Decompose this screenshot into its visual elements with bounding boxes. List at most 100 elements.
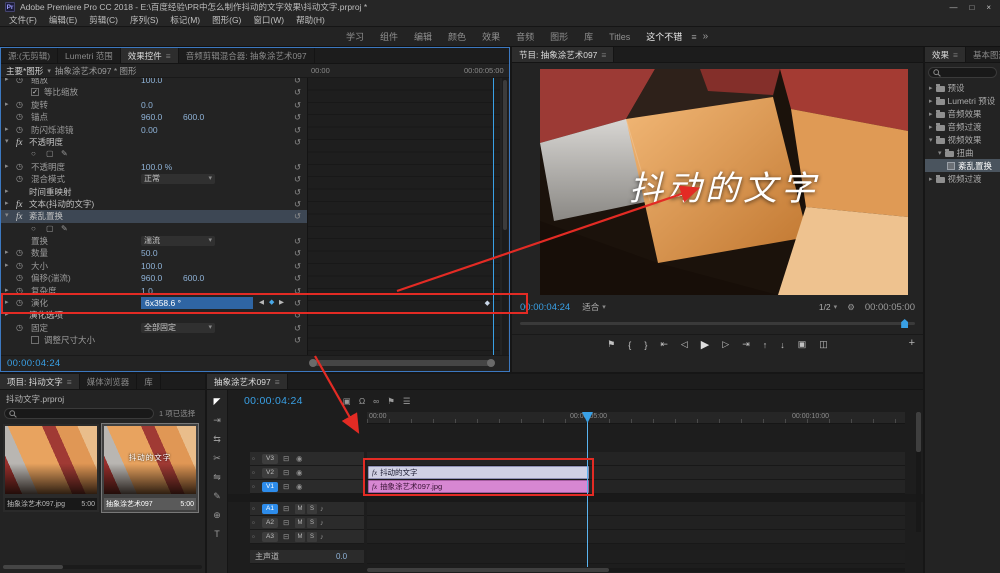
selection-tool[interactable]: ◤ bbox=[214, 396, 221, 406]
audio-track-lane-A3[interactable] bbox=[367, 530, 905, 544]
solo-button[interactable]: S bbox=[307, 518, 317, 528]
effect-row-锚点[interactable]: ◷锚点960.0600.0↺ bbox=[1, 111, 307, 123]
scrollbar-handle[interactable] bbox=[503, 80, 507, 230]
effect-row-缩放[interactable]: ▸◷缩放100.0↺ bbox=[1, 78, 307, 86]
program-scrubber[interactable] bbox=[520, 319, 915, 328]
panel-menu-icon[interactable]: ≡ bbox=[953, 50, 958, 60]
stopwatch-icon[interactable]: ◷ bbox=[16, 322, 23, 334]
timeline-timecode[interactable]: 00:00:04:24 bbox=[244, 395, 303, 407]
scrollbar-handle[interactable] bbox=[367, 568, 609, 572]
panel-tab-Lumetri 范围[interactable]: Lumetri 范围 bbox=[58, 48, 121, 63]
workspace-tab-库[interactable]: 库 bbox=[576, 30, 601, 43]
lock-icon[interactable]: ▫ bbox=[252, 480, 255, 494]
reset-icon[interactable]: ↺ bbox=[294, 272, 301, 284]
lock-icon[interactable]: ▫ bbox=[252, 516, 255, 530]
sync-lock-icon[interactable]: ⊟ bbox=[283, 516, 289, 530]
workspace-tab-学习[interactable]: 学习 bbox=[338, 30, 372, 43]
panel-tab-节目: 抽象涂艺术097[interactable]: 节目: 抽象涂艺术097≡ bbox=[512, 47, 614, 62]
track-target-V3[interactable]: V3 bbox=[262, 454, 278, 464]
solo-button[interactable]: S bbox=[307, 504, 317, 514]
reset-icon[interactable]: ↺ bbox=[294, 86, 301, 98]
sync-lock-icon[interactable]: ⊟ bbox=[283, 452, 289, 466]
timeline-clip-graphic[interactable]: fx 抖动的文字 bbox=[368, 466, 589, 479]
lock-icon[interactable]: ▫ bbox=[252, 502, 255, 516]
reset-icon[interactable]: ↺ bbox=[294, 247, 301, 259]
add-keyframe-icon[interactable]: ◆ bbox=[269, 297, 274, 309]
master-clip-selector[interactable]: 主要*图形 bbox=[6, 65, 43, 77]
timeline-settings-icon[interactable]: ☰ bbox=[403, 396, 411, 407]
reset-icon[interactable]: ↺ bbox=[294, 78, 301, 86]
panel-tab-库[interactable]: 库 bbox=[137, 374, 161, 389]
effect-row-固定[interactable]: ◷固定全部固定▾↺ bbox=[1, 322, 307, 334]
panel-tab-基本图形[interactable]: 基本图形 bbox=[966, 47, 1000, 62]
linked-selection-icon[interactable]: ∞ bbox=[373, 396, 379, 407]
property-value[interactable]: 600.0 bbox=[183, 272, 204, 284]
stopwatch-icon[interactable]: ◷ bbox=[16, 285, 23, 297]
step-back-button[interactable]: ◁ bbox=[681, 339, 688, 350]
zoom-level-dropdown[interactable]: 适合▾ bbox=[582, 301, 606, 313]
stopwatch-icon[interactable]: ◷ bbox=[16, 247, 23, 259]
mark-out-button[interactable]: } bbox=[644, 340, 647, 350]
workspace-tab-颜色[interactable]: 颜色 bbox=[440, 30, 474, 43]
lift-button[interactable]: ↑ bbox=[763, 340, 768, 350]
property-value[interactable]: 6x358.6 ° bbox=[141, 297, 253, 309]
menu-标记(M)[interactable]: 标记(M) bbox=[164, 14, 206, 26]
workspace-tab-组件[interactable]: 组件 bbox=[372, 30, 406, 43]
twirl-icon[interactable]: ▾ bbox=[5, 210, 9, 222]
twirl-icon[interactable]: ▾ bbox=[938, 149, 942, 157]
play-button[interactable]: ▶ bbox=[701, 338, 709, 351]
twirl-icon[interactable]: ▸ bbox=[5, 99, 9, 111]
track-header-A1[interactable]: ▫A1⊟MS♪ bbox=[250, 502, 364, 516]
effect-row-数量[interactable]: ▸◷数量50.0↺ bbox=[1, 247, 307, 259]
effect-row-时间重映射[interactable]: ▸时间重映射↺ bbox=[1, 186, 307, 198]
stopwatch-icon[interactable]: ◷ bbox=[16, 124, 23, 136]
pen-tool[interactable]: ✎ bbox=[213, 491, 221, 501]
workspace-overflow-icon[interactable]: » bbox=[703, 31, 709, 42]
property-value[interactable]: 0.00 bbox=[141, 124, 158, 136]
maximize-button[interactable]: □ bbox=[969, 3, 974, 12]
mute-button[interactable]: M bbox=[295, 504, 305, 514]
menu-帮助(H)[interactable]: 帮助(H) bbox=[290, 14, 331, 26]
effects-tree-item-音频效果[interactable]: ▸音频效果 bbox=[925, 107, 1000, 120]
stopwatch-icon[interactable]: ◷ bbox=[16, 272, 23, 284]
panel-tab-效果控件[interactable]: 效果控件≡ bbox=[121, 48, 179, 63]
twirl-icon[interactable]: ▸ bbox=[5, 247, 9, 259]
project-item-sequence[interactable]: 抖动的文字 抽象涂艺术097 5:00 bbox=[102, 424, 198, 512]
effect-row-复杂度[interactable]: ▸◷复杂度1.0↺ bbox=[1, 285, 307, 297]
effect-row-不透明度[interactable]: ▸◷不透明度100.0 %↺ bbox=[1, 161, 307, 173]
stopwatch-icon[interactable]: ◷ bbox=[16, 173, 23, 185]
effects-tree-item-视频效果[interactable]: ▾视频效果 bbox=[925, 133, 1000, 146]
effects-tree-item-紊乱置换[interactable]: 紊乱置换 bbox=[925, 159, 1000, 172]
reset-icon[interactable]: ↺ bbox=[294, 173, 301, 185]
twirl-icon[interactable]: ▸ bbox=[929, 110, 933, 118]
effect-row-演化选项[interactable]: ▸演化选项↺ bbox=[1, 309, 307, 321]
time-ruler[interactable]: 00:0000:00:05:0000:00:10:00 bbox=[367, 412, 905, 424]
panel-menu-icon[interactable]: ≡ bbox=[67, 377, 72, 387]
sync-lock-icon[interactable]: ⊟ bbox=[283, 530, 289, 544]
pen-mask-icon[interactable]: ✎ bbox=[61, 148, 68, 160]
mark-in-button[interactable]: { bbox=[628, 340, 631, 350]
panel-tab-抽象涂艺术097[interactable]: 抽象涂艺术097≡ bbox=[207, 374, 288, 389]
video-track-lane-V3[interactable] bbox=[367, 452, 905, 466]
timeline-horizontal-scrollbar[interactable] bbox=[367, 568, 905, 572]
project-item-jpg[interactable]: 抽象涂艺术097.jpg 5:00 bbox=[3, 424, 99, 512]
voiceover-record-icon[interactable]: ♪ bbox=[320, 530, 324, 544]
menu-序列(S)[interactable]: 序列(S) bbox=[124, 14, 164, 26]
ec-timecode[interactable]: 00:00:04:24 bbox=[7, 358, 61, 369]
track-target-V2[interactable]: V2 bbox=[262, 468, 278, 478]
step-forward-button[interactable]: ▷ bbox=[722, 339, 729, 350]
compare-view-button[interactable]: ◫ bbox=[819, 339, 828, 350]
twirl-icon[interactable]: ▸ bbox=[5, 78, 9, 86]
property-value[interactable]: 50.0 bbox=[141, 247, 158, 259]
reset-icon[interactable]: ↺ bbox=[294, 235, 301, 247]
workspace-tab-Titles[interactable]: Titles bbox=[601, 32, 638, 42]
button-editor-plus[interactable]: + bbox=[909, 337, 915, 349]
twirl-icon[interactable]: ▸ bbox=[5, 186, 9, 198]
reset-icon[interactable]: ↺ bbox=[294, 322, 301, 334]
twirl-icon[interactable]: ▸ bbox=[5, 297, 9, 309]
ec-vertical-scrollbar[interactable] bbox=[502, 78, 508, 355]
property-value[interactable]: 100.0 bbox=[141, 78, 162, 86]
master-track-header[interactable]: 主声道 0.0 bbox=[250, 550, 364, 564]
track-header-A2[interactable]: ▫A2⊟MS♪ bbox=[250, 516, 364, 530]
effect-row-旋转[interactable]: ▸◷旋转0.0↺ bbox=[1, 99, 307, 111]
